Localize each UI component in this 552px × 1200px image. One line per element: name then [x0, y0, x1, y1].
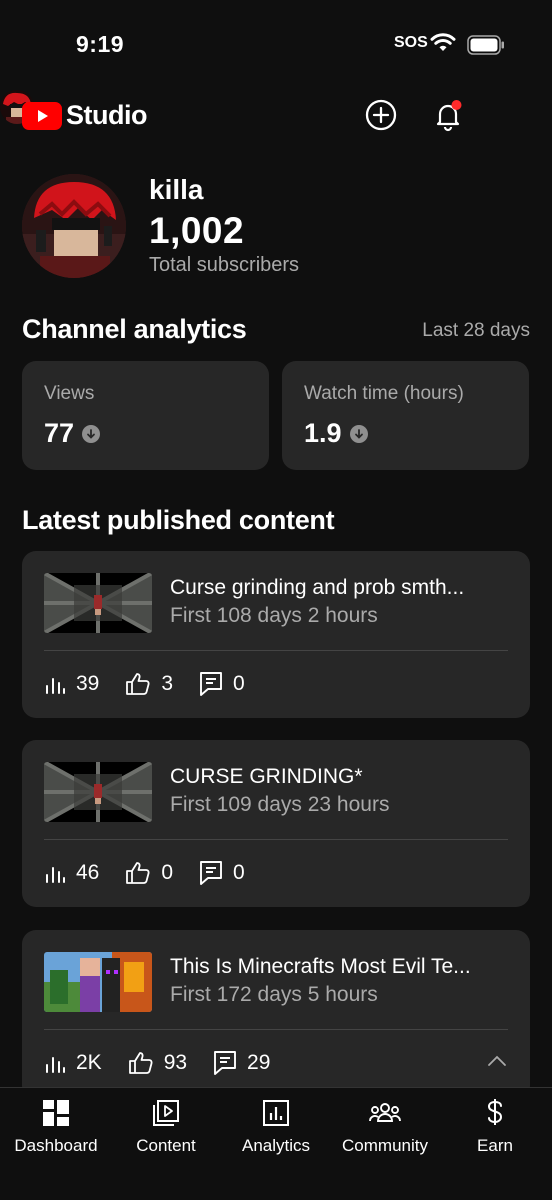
comments-metric: 0 [199, 671, 245, 697]
video-age: First 108 days 2 hours [170, 604, 378, 627]
analytics-icon [263, 1100, 289, 1126]
comment-icon [200, 861, 222, 885]
channel-name: killa [149, 174, 204, 205]
views-card[interactable]: Views 77 [22, 361, 269, 470]
community-icon [369, 1103, 401, 1122]
status-bar: 9:19 SOS [0, 0, 552, 90]
bottom-nav: Dashboard Content Analytics Community Ea… [0, 1087, 552, 1200]
comments-count: 0 [233, 672, 245, 695]
watch-time-card[interactable]: Watch time (hours) 1.9 [282, 361, 529, 470]
views-metric: 46 [44, 861, 99, 885]
comments-count: 29 [247, 1051, 271, 1074]
views-count: 39 [76, 672, 100, 695]
likes-metric: 0 [125, 861, 173, 885]
bar-chart-icon [46, 1057, 65, 1073]
dashboard-icon [43, 1100, 69, 1126]
trend-down-icon [349, 424, 368, 443]
nav-label: Community [342, 1136, 428, 1155]
comments-metric: 0 [199, 860, 245, 886]
latest-content-title: Latest published content [22, 505, 335, 535]
nav-dashboard[interactable]: Dashboard [1, 1098, 111, 1156]
create-icon[interactable] [364, 98, 398, 132]
nav-label: Earn [477, 1136, 513, 1155]
status-carrier: SOS [394, 34, 428, 51]
video-thumbnail[interactable] [44, 573, 152, 633]
divider [44, 650, 508, 651]
channel-avatar-image [22, 174, 126, 278]
video-age: First 109 days 23 hours [170, 793, 390, 816]
video-card[interactable]: This Is Minecrafts Most Evil Te... First… [22, 930, 530, 1100]
earn-icon [487, 1099, 503, 1125]
thumbs-up-icon [126, 862, 150, 884]
stat-value: 1.9 [304, 418, 342, 448]
nav-label: Content [136, 1136, 196, 1155]
nav-earn[interactable]: Earn [440, 1098, 550, 1156]
nav-community[interactable]: Community [330, 1098, 440, 1156]
views-count: 2K [76, 1051, 102, 1074]
chevron-up-icon[interactable] [486, 1054, 508, 1068]
thumbs-up-icon [126, 673, 150, 695]
comments-metric: 29 [213, 1050, 270, 1076]
bar-chart-icon [46, 867, 65, 883]
subscriber-label: Total subscribers [149, 254, 300, 276]
thumbnail-image [44, 762, 152, 822]
logo-text: Studio [66, 100, 147, 130]
youtube-logo-icon [22, 101, 62, 130]
channel-summary: killa 1,002 Total subscribers [22, 170, 532, 282]
nav-label: Dashboard [14, 1136, 98, 1155]
video-thumbnail[interactable] [44, 762, 152, 822]
likes-metric: 93 [128, 1051, 187, 1075]
nav-content[interactable]: Content [111, 1098, 221, 1156]
stat-label: Watch time (hours) [304, 383, 464, 404]
subscriber-count: 1,002 [149, 210, 245, 251]
views-metric: 39 [44, 672, 99, 696]
comment-icon [200, 672, 222, 696]
trend-down-icon [82, 424, 101, 443]
likes-count: 93 [163, 1051, 188, 1074]
likes-count: 0 [161, 861, 174, 884]
comments-count: 0 [233, 861, 245, 884]
views-count: 46 [76, 861, 100, 884]
bar-chart-icon [46, 678, 65, 694]
bell-icon[interactable] [431, 98, 465, 132]
views-metric: 2K [44, 1051, 102, 1075]
nav-analytics[interactable]: Analytics [221, 1098, 331, 1156]
likes-metric: 3 [125, 672, 173, 696]
analytics-period: Last 28 days [422, 320, 530, 341]
analytics-title: Channel analytics [22, 314, 247, 344]
comment-icon [214, 1051, 236, 1075]
thumbnail-image [44, 573, 152, 633]
stat-value: 77 [44, 418, 75, 448]
video-title: CURSE GRINDING* [170, 765, 363, 788]
divider [44, 839, 508, 840]
video-thumbnail[interactable] [44, 952, 152, 1012]
video-age: First 172 days 5 hours [170, 983, 378, 1006]
battery-icon [467, 35, 504, 55]
likes-count: 3 [161, 672, 174, 695]
thumbnail-image [44, 952, 152, 1012]
divider [44, 1029, 508, 1030]
thumbs-up-icon [128, 1052, 153, 1074]
studio-logo[interactable]: Studio [22, 100, 147, 131]
content-icon [153, 1100, 179, 1126]
video-title: This Is Minecrafts Most Evil Te... [170, 955, 471, 978]
wifi-icon [430, 33, 456, 51]
nav-label: Analytics [241, 1136, 311, 1155]
stat-label: Views [44, 383, 95, 404]
status-time: 9:19 [76, 31, 125, 57]
channel-avatar[interactable] [22, 174, 126, 278]
video-card[interactable]: Curse grinding and prob smth... First 10… [22, 551, 530, 718]
video-title: Curse grinding and prob smth... [170, 576, 465, 599]
app-header: Studio [0, 90, 552, 146]
video-card[interactable]: CURSE GRINDING* First 109 days 23 hours … [22, 740, 530, 907]
